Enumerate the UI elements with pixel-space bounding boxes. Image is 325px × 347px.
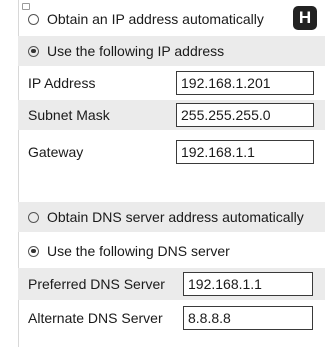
subnet-mask-input[interactable]: 255.255.255.0 [176, 103, 314, 127]
alternate-dns-input[interactable]: 8.8.8.8 [183, 306, 313, 330]
radio-obtain-ip-auto[interactable]: Obtain an IP address automatically [18, 4, 325, 34]
alternate-dns-label: Alternate DNS Server [28, 310, 163, 326]
preferred-dns-label: Preferred DNS Server [28, 276, 165, 292]
radio-use-following-ip[interactable]: Use the following IP address [18, 36, 325, 66]
radio-unselected-icon[interactable] [28, 211, 39, 223]
use-following-dns-label: Use the following DNS server [47, 243, 230, 259]
radio-unselected-icon[interactable] [28, 13, 39, 25]
radio-use-following-dns[interactable]: Use the following DNS server [18, 236, 325, 266]
radio-selected-icon[interactable] [28, 245, 39, 257]
radio-obtain-dns-auto[interactable]: Obtain DNS server address automatically [18, 202, 325, 232]
use-following-ip-label: Use the following IP address [47, 43, 225, 59]
ip-address-input[interactable]: 192.168.1.201 [176, 71, 314, 95]
gateway-label: Gateway [28, 144, 84, 160]
gateway-input[interactable]: 192.168.1.1 [176, 140, 314, 164]
obtain-ip-auto-label: Obtain an IP address automatically [47, 11, 264, 27]
radio-selected-icon[interactable] [28, 45, 39, 57]
preferred-dns-input[interactable]: 192.168.1.1 [183, 272, 313, 296]
ip-address-label: IP Address [28, 75, 96, 91]
obtain-dns-auto-label: Obtain DNS server address automatically [47, 209, 304, 225]
subnet-mask-label: Subnet Mask [28, 107, 110, 123]
